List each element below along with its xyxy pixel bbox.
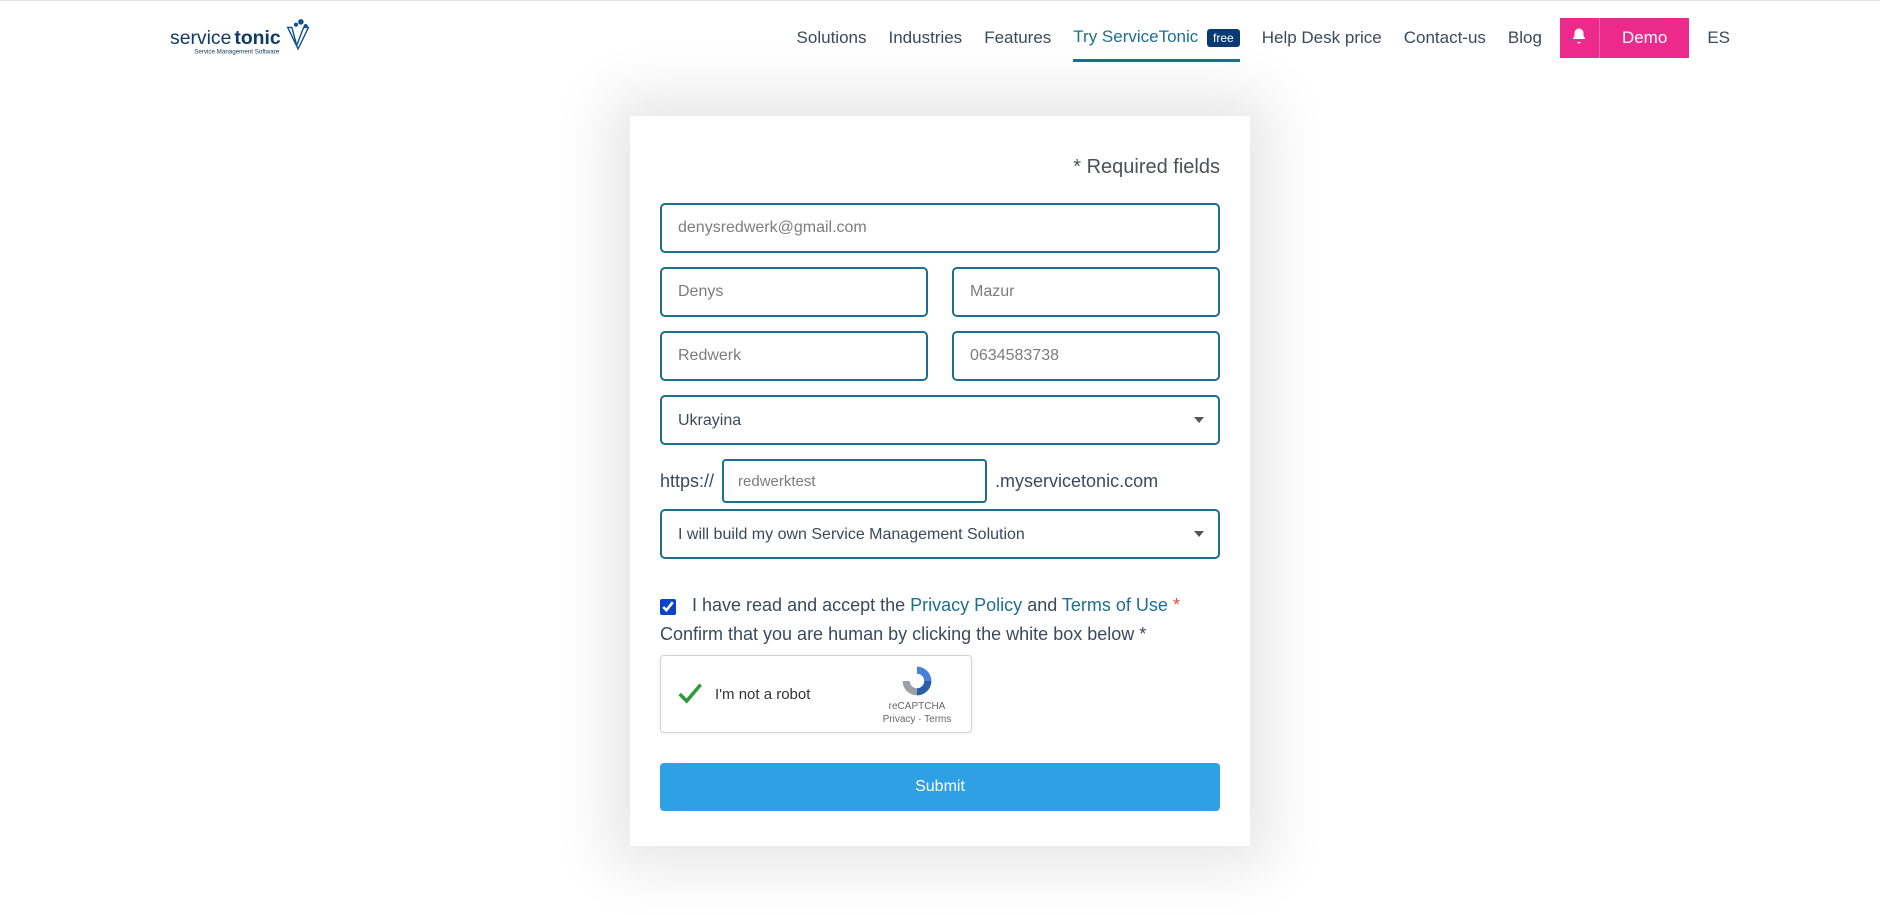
lang-switch[interactable]: ES: [1707, 28, 1730, 48]
recaptcha-badge: reCAPTCHA Privacy · Terms: [877, 663, 957, 725]
first-name-field[interactable]: [660, 267, 928, 317]
captcha-brand: reCAPTCHA: [889, 701, 946, 712]
phone-field[interactable]: [952, 331, 1220, 381]
notifications-button[interactable]: [1560, 18, 1600, 58]
submit-button[interactable]: Submit: [660, 763, 1220, 811]
consent-asterisk: *: [1173, 595, 1180, 615]
subdomain-row: https:// .myservicetonic.com: [660, 459, 1220, 503]
nav-features[interactable]: Features: [984, 28, 1051, 48]
terms-link[interactable]: Terms of Use: [1062, 595, 1168, 615]
captcha-instruction: Confirm that you are human by clicking t…: [660, 624, 1220, 645]
nav-try-label: Try ServiceTonic: [1073, 27, 1198, 46]
captcha-label: I'm not a robot: [715, 686, 877, 703]
nav-solutions[interactable]: Solutions: [797, 28, 867, 48]
privacy-policy-link[interactable]: Privacy Policy: [910, 595, 1022, 615]
signup-form-card: * Required fields Ukrayina https:// .mys…: [630, 116, 1250, 846]
nav-try-servicetonic[interactable]: Try ServiceTonic free: [1073, 15, 1239, 62]
demo-button[interactable]: Demo: [1600, 18, 1689, 58]
nav-industries[interactable]: Industries: [888, 28, 962, 48]
solution-select[interactable]: I will build my own Service Management S…: [660, 509, 1220, 559]
consent-row: I have read and accept the Privacy Polic…: [660, 595, 1220, 616]
subdomain-field[interactable]: [722, 459, 987, 503]
main-nav: Solutions Industries Features Try Servic…: [797, 15, 1542, 62]
recaptcha-widget[interactable]: I'm not a robot reCAPTCHA Privacy · Term…: [660, 655, 972, 733]
url-prefix: https://: [660, 471, 714, 492]
svg-text:Service Management Software: Service Management Software: [194, 48, 280, 55]
check-icon: [675, 680, 703, 708]
bell-icon: [1570, 27, 1588, 50]
captcha-legal: Privacy · Terms: [883, 714, 952, 725]
logo[interactable]: service tonic Service Management Softwar…: [170, 16, 350, 61]
nav-pricing[interactable]: Help Desk price: [1262, 28, 1382, 48]
svg-text:tonic: tonic: [234, 27, 281, 49]
consent-text-1: I have read and accept the: [692, 595, 910, 615]
url-suffix: .myservicetonic.com: [995, 471, 1158, 492]
email-field[interactable]: [660, 203, 1220, 253]
nav-blog[interactable]: Blog: [1508, 28, 1542, 48]
consent-checkbox[interactable]: [660, 599, 676, 615]
free-badge: free: [1207, 29, 1240, 47]
main-header: service tonic Service Management Softwar…: [0, 1, 1880, 76]
svg-text:service: service: [170, 27, 231, 49]
nav-contact[interactable]: Contact-us: [1404, 28, 1486, 48]
required-label: * Required fields: [660, 156, 1220, 179]
company-field[interactable]: [660, 331, 928, 381]
last-name-field[interactable]: [952, 267, 1220, 317]
country-select[interactable]: Ukrayina: [660, 395, 1220, 445]
consent-text-2: and: [1027, 595, 1062, 615]
